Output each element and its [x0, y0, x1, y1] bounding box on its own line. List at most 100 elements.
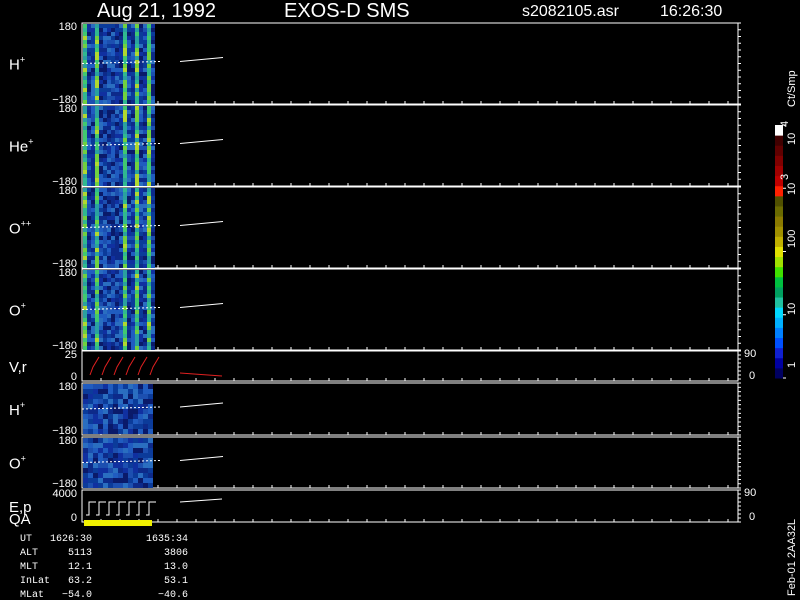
spectrogram-cell	[123, 212, 127, 216]
spectrogram-cell	[147, 134, 151, 138]
spectrogram-cell	[123, 200, 127, 204]
spectrogram-cell	[147, 44, 151, 48]
spectrogram-cell	[151, 110, 155, 114]
spectrogram-cell	[139, 298, 143, 302]
spectrogram-cell	[115, 220, 119, 224]
spectrogram-cell	[127, 146, 131, 150]
spectrogram-cell	[113, 394, 118, 399]
spectrogram-cell	[128, 414, 133, 419]
spectrogram-cell	[99, 130, 103, 134]
spectrogram-cell	[91, 232, 95, 236]
spectrogram-cell	[131, 130, 135, 134]
spectrogram-cell	[99, 200, 103, 204]
spectrogram-cell	[143, 196, 147, 200]
spectrogram-cell	[139, 240, 143, 244]
spectrogram-cell	[139, 338, 143, 342]
spectrogram-cell	[147, 334, 151, 338]
spectrogram-cell	[87, 220, 91, 224]
spectrogram-cell	[88, 394, 93, 399]
spectrogram-cell	[123, 399, 128, 404]
spectrogram-cell	[83, 96, 87, 100]
spectrogram-cell	[147, 118, 151, 122]
spectrogram-cell	[123, 162, 127, 166]
spectrogram-cell	[99, 274, 103, 278]
spectrogram-cell	[127, 106, 131, 110]
spectrogram-cell	[143, 314, 147, 318]
spectrogram-cell	[99, 80, 103, 84]
spectrogram-cell	[99, 32, 103, 36]
spectrogram-cell	[99, 232, 103, 236]
spectrogram-cell	[111, 114, 115, 118]
spectrogram-cell	[115, 84, 119, 88]
spectrogram-cell	[83, 334, 87, 338]
panel-label-2: QA	[9, 511, 31, 528]
spectrogram-cell	[108, 468, 113, 473]
spectrogram-cell	[151, 138, 155, 142]
spectrogram-cell	[83, 302, 87, 306]
spectrogram-cell	[123, 44, 127, 48]
spectrogram-cell	[119, 134, 123, 138]
spectrogram-cell	[99, 28, 103, 32]
spectrogram-cell	[148, 478, 153, 483]
spectrogram-cell	[103, 92, 107, 96]
spectrogram-cell	[95, 64, 99, 68]
spectrogram-cell	[98, 414, 103, 419]
spectrogram-cell	[107, 306, 111, 310]
spectrogram-cell	[123, 158, 127, 162]
spectrogram-cell	[87, 228, 91, 232]
spectrogram-cell	[139, 174, 143, 178]
spectrogram-cell	[143, 260, 147, 264]
spectrogram-cell	[107, 326, 111, 330]
spectrogram-cell	[91, 122, 95, 126]
spectrogram-cell	[135, 122, 139, 126]
spectrogram-cell	[115, 282, 119, 286]
colorbar-segment	[775, 307, 783, 318]
spectrogram-cell	[87, 338, 91, 342]
spectrogram-cell	[139, 330, 143, 334]
spectrogram-cell	[99, 44, 103, 48]
spectrogram-cell	[111, 264, 115, 268]
spectrogram-cell	[131, 158, 135, 162]
spectrogram-cell	[93, 473, 98, 478]
spectrogram-cell	[107, 212, 111, 216]
spectrogram-cell	[147, 212, 151, 216]
spectrogram-cell	[131, 174, 135, 178]
spectrogram-cell	[87, 40, 91, 44]
spectrogram-cell	[107, 142, 111, 146]
spectrogram-cell	[151, 236, 155, 240]
spectrogram-cell	[143, 240, 147, 244]
spectrogram-cell	[103, 389, 108, 394]
spectrogram-cell	[103, 118, 107, 122]
spectrogram-cell	[87, 110, 91, 114]
spectrogram-cell	[115, 244, 119, 248]
velocity-trace	[113, 356, 124, 376]
spectrogram-cell	[111, 252, 115, 256]
spectrogram-cell	[151, 334, 155, 338]
spectrogram-cell	[119, 200, 123, 204]
spectrogram-cell	[83, 232, 87, 236]
spectrogram-cell	[95, 208, 99, 212]
spectrogram-cell	[115, 80, 119, 84]
spectrogram-cell	[139, 162, 143, 166]
spectrogram-cell	[135, 110, 139, 114]
spectrogram-cell	[131, 92, 135, 96]
spectrogram-cell	[139, 216, 143, 220]
spectrogram-cell	[139, 326, 143, 330]
spectrogram-cell	[147, 192, 151, 196]
spectrogram-cell	[111, 240, 115, 244]
spectrogram-cell	[107, 166, 111, 170]
spectrogram-cell	[95, 122, 99, 126]
spectrogram-cell	[107, 196, 111, 200]
spectrogram-cell	[143, 146, 147, 150]
spectrogram-cell	[151, 260, 155, 264]
spectrogram-cell	[107, 302, 111, 306]
spectrogram-cell	[139, 302, 143, 306]
model-trace	[179, 57, 224, 62]
spectrogram-cell	[107, 252, 111, 256]
spectrogram-cell	[111, 302, 115, 306]
spectrogram-cell	[87, 212, 91, 216]
spectrogram-cell	[115, 298, 119, 302]
colorbar-segment	[775, 286, 783, 298]
energy-trace	[86, 501, 96, 516]
spectrogram-cell	[143, 232, 147, 236]
